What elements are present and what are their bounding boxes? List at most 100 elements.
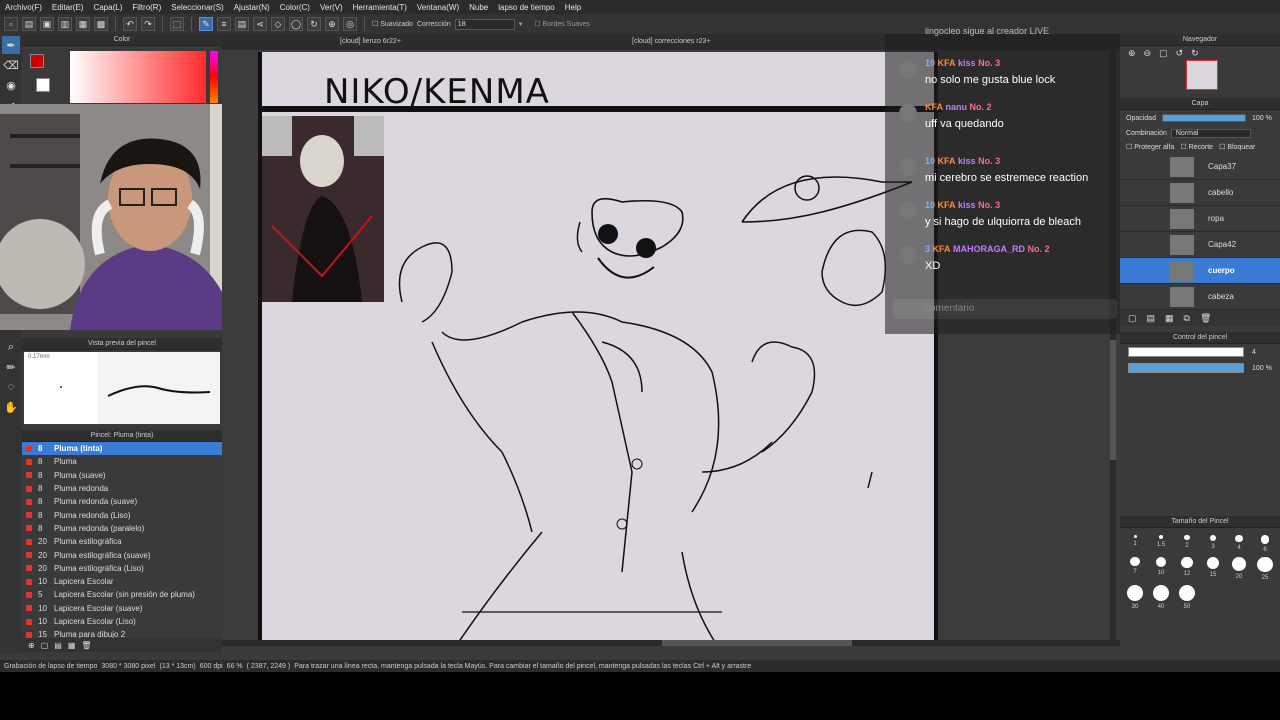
rotate-right-icon[interactable]: ↻ — [1191, 48, 1199, 59]
menu-item[interactable]: Archivo(F) — [0, 3, 47, 12]
menu-item[interactable]: Help — [560, 3, 586, 12]
chat-input[interactable]: comentario — [893, 299, 1117, 319]
new-file-icon[interactable]: ▫ — [4, 17, 18, 31]
bordes-checkbox[interactable]: ☐ Bordes Suaves — [534, 20, 590, 28]
clip-checkbox[interactable]: ☐ Recorte — [1180, 143, 1213, 151]
print-icon[interactable]: ▥ — [58, 17, 72, 31]
protect-alpha-checkbox[interactable]: ☐ Proteger alfa — [1126, 143, 1174, 151]
menu-item[interactable]: Capa(L) — [88, 3, 127, 12]
layer-item[interactable]: Capa37 — [1120, 154, 1280, 180]
hatch-icon[interactable]: ▤ — [235, 17, 249, 31]
brush-size-preset[interactable]: 2 — [1174, 532, 1200, 553]
hand-tool-icon[interactable]: ✋ — [2, 398, 20, 416]
brush-size-preset[interactable]: 1.5 — [1148, 532, 1174, 553]
eraser-tool-icon[interactable]: ⌫ — [2, 56, 20, 74]
brush-item[interactable]: 8 Pluma (tinta) — [22, 442, 222, 456]
canvas-horizontal-scrollbar[interactable] — [222, 640, 1120, 646]
canvas-tab-2[interactable]: [cloud] correcciones r23+ — [632, 38, 710, 45]
menu-item[interactable]: Ventana(W) — [412, 3, 464, 12]
menu-item[interactable]: Ver(V) — [315, 3, 348, 12]
copy-brush-icon[interactable]: ▢ — [41, 641, 49, 650]
menu-item[interactable]: Editar(E) — [47, 3, 89, 12]
layer-item[interactable]: cabeza — [1120, 284, 1280, 310]
lasso-tool-icon[interactable]: ◌ — [2, 378, 20, 396]
add-brush-icon[interactable]: ⊕ — [28, 641, 35, 650]
brush-size-preset[interactable]: 10 — [1148, 554, 1174, 581]
menu-item[interactable]: lapso de tiempo — [493, 3, 559, 12]
rotate-icon[interactable]: ↻ — [307, 17, 321, 31]
chat-username[interactable]: MAHORAGA_RD — [953, 244, 1025, 254]
brush-size-preset[interactable]: 15 — [1200, 554, 1226, 581]
lines-icon[interactable]: ≡ — [217, 17, 231, 31]
duplicate-layer-icon[interactable]: ⧉ — [1184, 313, 1190, 324]
opacity-slider[interactable] — [1161, 114, 1246, 122]
perspective-icon[interactable]: ◇ — [271, 17, 285, 31]
zoom-out-icon[interactable]: ⊖ — [1144, 48, 1152, 59]
fill-tool-icon[interactable]: ◉ — [2, 76, 20, 94]
settings-brush-icon[interactable]: ▤ — [54, 641, 62, 650]
brush-item[interactable]: 8 Pluma (suave) — [22, 469, 222, 482]
symmetry-icon[interactable]: ◎ — [343, 17, 357, 31]
zoom-tool-icon[interactable]: ⌕ — [2, 338, 20, 356]
brush-size-preset[interactable]: 20 — [1226, 554, 1252, 581]
brush-size-preset[interactable]: 40 — [1148, 582, 1174, 610]
undo-icon[interactable]: ↶ — [123, 17, 137, 31]
correccion-field[interactable]: 18 — [454, 18, 515, 30]
open-file-icon[interactable]: ▤ — [22, 17, 36, 31]
pen-mode-icon[interactable]: ✎ — [199, 17, 213, 31]
brush-item[interactable]: 8 Pluma redonda (paralelo) — [22, 522, 222, 535]
suavizado-checkbox[interactable]: ☐ Suavizado — [372, 20, 413, 28]
brush-tool-icon[interactable]: ✏ — [2, 358, 20, 376]
brush-size-preset[interactable]: 6 — [1252, 532, 1278, 553]
zoom-in-icon[interactable]: ⊕ — [1128, 48, 1136, 59]
folder-brush-icon[interactable]: ▦ — [68, 641, 76, 650]
circle-icon[interactable]: ◯ — [289, 17, 303, 31]
brush-size-preset[interactable]: 1 — [1122, 532, 1148, 553]
chat-username[interactable]: kiss — [958, 156, 976, 166]
brush-size-preset[interactable]: 7 — [1122, 554, 1148, 581]
brush-size-preset[interactable]: 30 — [1122, 582, 1148, 610]
menu-item[interactable]: Ajustar(N) — [229, 3, 275, 12]
brush-item[interactable]: 8 Pluma redonda (suave) — [22, 495, 222, 508]
delete-brush-icon[interactable]: 🗑 — [81, 641, 91, 650]
brush-item[interactable]: 8 Pluma — [22, 455, 222, 468]
correccion-dropdown-icon[interactable]: ▾ — [519, 20, 523, 28]
lock-checkbox[interactable]: ☐ Bloquear — [1219, 143, 1255, 151]
menu-item[interactable]: Seleccionar(S) — [166, 3, 228, 12]
chat-username[interactable]: kiss — [958, 200, 976, 210]
brush-opacity-slider[interactable] — [1128, 363, 1244, 373]
layer-item[interactable]: cabello — [1120, 180, 1280, 206]
ruler-icon[interactable]: ⋖ — [253, 17, 267, 31]
layer-item[interactable]: Capa42 — [1120, 232, 1280, 258]
brush-size-preset[interactable]: 25 — [1252, 554, 1278, 581]
menu-item[interactable]: Herramienta(T) — [348, 3, 412, 12]
brush-item[interactable]: 8 Pluma redonda — [22, 482, 222, 495]
brush-size-slider[interactable] — [1128, 347, 1244, 357]
brush-item[interactable]: 5 Lapicera Escolar (sin presión de pluma) — [22, 588, 222, 601]
rotate-left-icon[interactable]: ↺ — [1176, 48, 1184, 59]
paper[interactable]: NIKO/KENMA — [258, 52, 942, 646]
target-icon[interactable]: ⊕ — [325, 17, 339, 31]
selection-icon[interactable]: ⬚ — [170, 17, 184, 31]
hue-slider[interactable] — [210, 51, 218, 103]
export-icon[interactable]: ▦ — [76, 17, 90, 31]
brush-item[interactable]: 20 Pluma estilográfica (suave) — [22, 548, 222, 561]
redo-icon[interactable]: ↷ — [141, 17, 155, 31]
layer-folder-icon[interactable]: ▦ — [1165, 313, 1174, 324]
menu-item[interactable]: Color(C) — [275, 3, 315, 12]
brush-size-preset[interactable]: 4 — [1226, 532, 1252, 553]
pen-tool-icon[interactable]: ✒ — [2, 36, 20, 54]
delete-layer-icon[interactable]: 🗑 — [1200, 313, 1211, 324]
grid-icon[interactable]: ▩ — [94, 17, 108, 31]
canvas-tab-1[interactable]: [cloud] lienzo 6r22+ — [340, 38, 401, 45]
blend-select[interactable]: Normal — [1170, 128, 1251, 138]
layer-item[interactable]: ropa — [1120, 206, 1280, 232]
background-color-swatch[interactable] — [36, 78, 50, 92]
navigator-thumbnail[interactable] — [1186, 60, 1218, 90]
brush-item[interactable]: 8 Pluma redonda (Liso) — [22, 508, 222, 521]
brush-item[interactable]: 20 Pluma estilográfica (Liso) — [22, 562, 222, 575]
brush-item[interactable]: 20 Pluma estilográfica — [22, 535, 222, 548]
brush-item[interactable]: 10 Lapicera Escolar — [22, 575, 222, 588]
fit-icon[interactable]: ▢ — [1159, 48, 1168, 59]
chat-username[interactable]: nanu — [946, 102, 968, 112]
